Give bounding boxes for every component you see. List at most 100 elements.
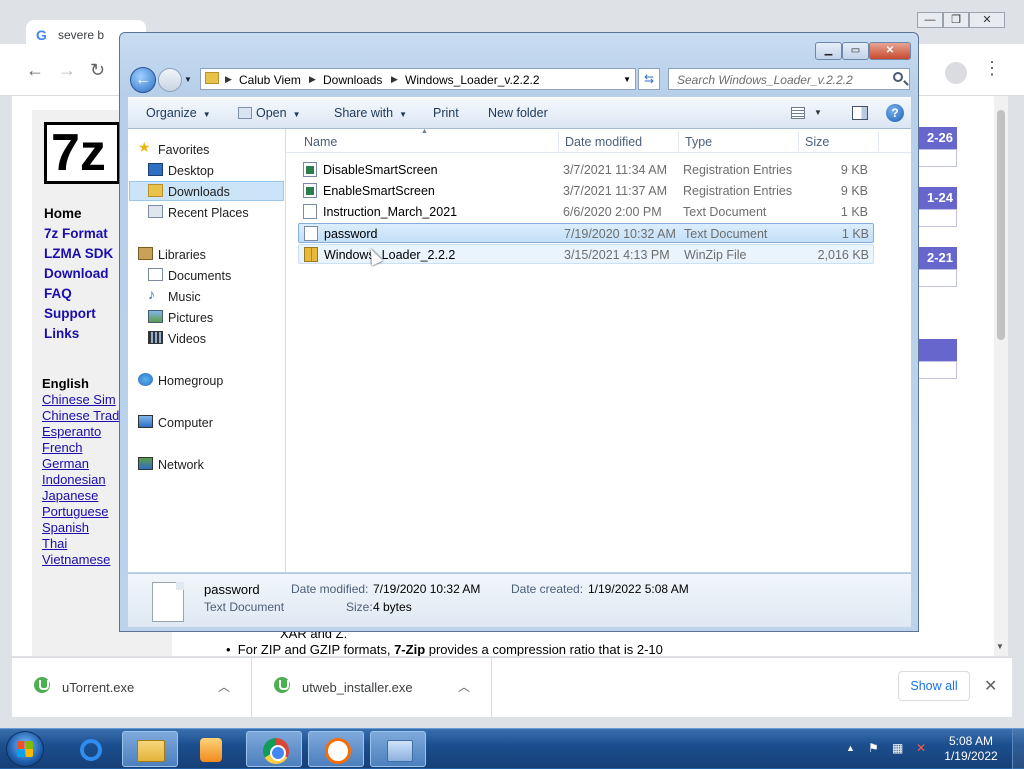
lang-link[interactable]: Japanese [42, 488, 98, 503]
print-button[interactable]: Print [433, 106, 459, 120]
lang-link[interactable]: Indonesian [42, 472, 106, 487]
taskbar-media-player[interactable] [182, 731, 238, 767]
lang-link[interactable]: Vietnamese [42, 552, 110, 567]
close-icon[interactable]: ✕ [984, 676, 997, 696]
file-row[interactable]: Instruction_March_2021 6/6/2020 2:00 PM … [298, 202, 874, 222]
file-row[interactable]: EnableSmartScreen 3/7/2021 11:37 AM Regi… [298, 181, 874, 201]
lang-link[interactable]: Chinese Sim [42, 392, 116, 407]
network-tray-icon[interactable]: ▦ [892, 741, 906, 755]
address-bar[interactable]: ▶ Calub Viem ▶ Downloads ▶ Windows_Loade… [200, 68, 636, 90]
new-folder-button[interactable]: New folder [488, 106, 548, 120]
taskbar-explorer[interactable] [122, 731, 178, 767]
file-date: 6/6/2020 2:00 PM [563, 205, 662, 219]
share-with-button[interactable]: Share with ▼ [334, 106, 407, 120]
column-header-size[interactable]: Size [805, 135, 829, 149]
open-button[interactable]: Open ▼ [238, 106, 301, 120]
show-hidden-icons-icon[interactable]: ▲ [846, 743, 860, 757]
network-icon [138, 457, 153, 470]
file-row-selected[interactable]: password 7/19/2020 10:32 AM Text Documen… [298, 223, 874, 243]
text-file-icon [304, 226, 318, 241]
lang-link[interactable]: Portuguese [42, 504, 109, 519]
news-date-cell [917, 149, 957, 167]
computer-icon [138, 415, 153, 428]
recent-pages-dropdown[interactable]: ▼ [184, 75, 192, 84]
chevron-up-icon[interactable]: ︿ [218, 678, 230, 695]
details-date-created-label: Date created: [511, 582, 584, 596]
preview-pane-icon[interactable] [852, 106, 868, 120]
back-arrow-icon[interactable]: ← [26, 60, 44, 81]
show-all-button[interactable]: Show all [898, 671, 970, 701]
clock[interactable]: 5:08 AM 1/19/2022 [936, 734, 1006, 764]
browser-close-button[interactable]: ✕ [969, 12, 1005, 28]
news-date: 2-26 [917, 127, 957, 149]
download-item[interactable]: uTorrent.exe ︿ [12, 658, 252, 718]
page-scroll-thumb[interactable] [997, 110, 1005, 340]
column-header-date[interactable]: Date modified [565, 135, 642, 149]
lang-link[interactable]: Chinese Trad [42, 408, 119, 423]
search-icon[interactable] [893, 72, 903, 82]
search-input[interactable]: Search Windows_Loader_v.2.2.2 [668, 68, 910, 90]
site-nav-7z-format[interactable]: 7z Format [44, 226, 108, 241]
pictures-icon [148, 310, 163, 323]
music-icon: ♪ [148, 286, 155, 302]
address-dropdown-icon[interactable]: ▼ [623, 75, 631, 84]
google-icon: G [36, 27, 47, 43]
registry-icon [303, 162, 317, 177]
file-size: 1 KB [841, 227, 869, 241]
lang-link[interactable]: Spanish [42, 520, 89, 535]
forward-arrow-icon[interactable]: → [58, 60, 76, 81]
show-desktop-button[interactable] [1012, 729, 1024, 769]
browser-maximize-button[interactable]: ❐ [943, 12, 969, 28]
news-date [917, 339, 957, 361]
details-date-modified: 7/19/2020 10:32 AM [373, 582, 481, 596]
minimize-button[interactable]: ▁ [815, 42, 842, 60]
views-dropdown-icon[interactable]: ▼ [814, 108, 822, 117]
reload-icon[interactable]: ↻ [90, 60, 105, 81]
site-nav-download[interactable]: Download [44, 266, 109, 281]
back-button[interactable]: ← [130, 67, 156, 93]
breadcrumb-item[interactable]: Downloads [323, 73, 382, 87]
lang-link[interactable]: French [42, 440, 82, 455]
browser-minimize-button[interactable]: — [917, 12, 943, 28]
views-icon[interactable] [791, 107, 805, 119]
start-button[interactable] [6, 731, 44, 767]
column-header-type[interactable]: Type [685, 135, 712, 149]
refresh-icon[interactable]: ⇆ [638, 68, 660, 90]
organize-button[interactable]: Organize ▼ [146, 106, 211, 120]
file-type: Text Document [683, 205, 767, 219]
breadcrumb-item[interactable]: Calub Viem [239, 73, 301, 87]
profile-avatar-icon[interactable] [945, 62, 967, 84]
file-row-hovered[interactable]: Windows_Loader_2.2.2 3/15/2021 4:13 PM W… [298, 244, 874, 264]
taskbar-avast[interactable] [308, 731, 364, 767]
scroll-down-icon[interactable]: ▼ [996, 642, 1004, 651]
file-list: ▲ Name Date modified Type Size DisableSm… [286, 128, 911, 572]
menu-kebab-icon[interactable]: ⋮ [983, 58, 1001, 79]
lang-link[interactable]: Thai [42, 536, 67, 551]
7zip-logo[interactable]: 7z [44, 122, 120, 184]
taskbar-chrome[interactable] [246, 731, 302, 767]
forward-button[interactable] [158, 68, 182, 92]
action-center-flag-icon[interactable]: ⚑ [868, 741, 882, 755]
column-header-name[interactable]: Name [304, 135, 337, 149]
lang-link[interactable]: German [42, 456, 89, 471]
volume-muted-icon[interactable]: ✕ [916, 741, 930, 755]
site-nav-links[interactable]: Links [44, 326, 79, 341]
site-nav-faq[interactable]: FAQ [44, 286, 72, 301]
site-nav-home[interactable]: Home [44, 206, 82, 221]
taskbar-control-panel[interactable] [370, 731, 426, 767]
avast-icon [325, 738, 351, 764]
help-icon[interactable]: ? [886, 104, 904, 122]
file-row[interactable]: DisableSmartScreen 3/7/2021 11:34 AM Reg… [298, 160, 874, 180]
browser-left-edge [0, 96, 12, 656]
close-button[interactable]: ✕ [869, 42, 911, 60]
breadcrumb-item[interactable]: Windows_Loader_v.2.2.2 [405, 73, 540, 87]
lang-link[interactable]: Esperanto [42, 424, 101, 439]
site-nav-support[interactable]: Support [44, 306, 96, 321]
taskbar-internet-explorer[interactable] [62, 731, 118, 767]
download-item[interactable]: utweb_installer.exe ︿ [252, 658, 492, 718]
text-file-large-icon [152, 582, 184, 622]
chevron-up-icon[interactable]: ︿ [458, 678, 470, 695]
maximize-button[interactable]: ▭ [842, 42, 869, 60]
site-nav-lzma-sdk[interactable]: LZMA SDK [44, 246, 113, 261]
file-date: 3/7/2021 11:37 AM [563, 184, 668, 198]
